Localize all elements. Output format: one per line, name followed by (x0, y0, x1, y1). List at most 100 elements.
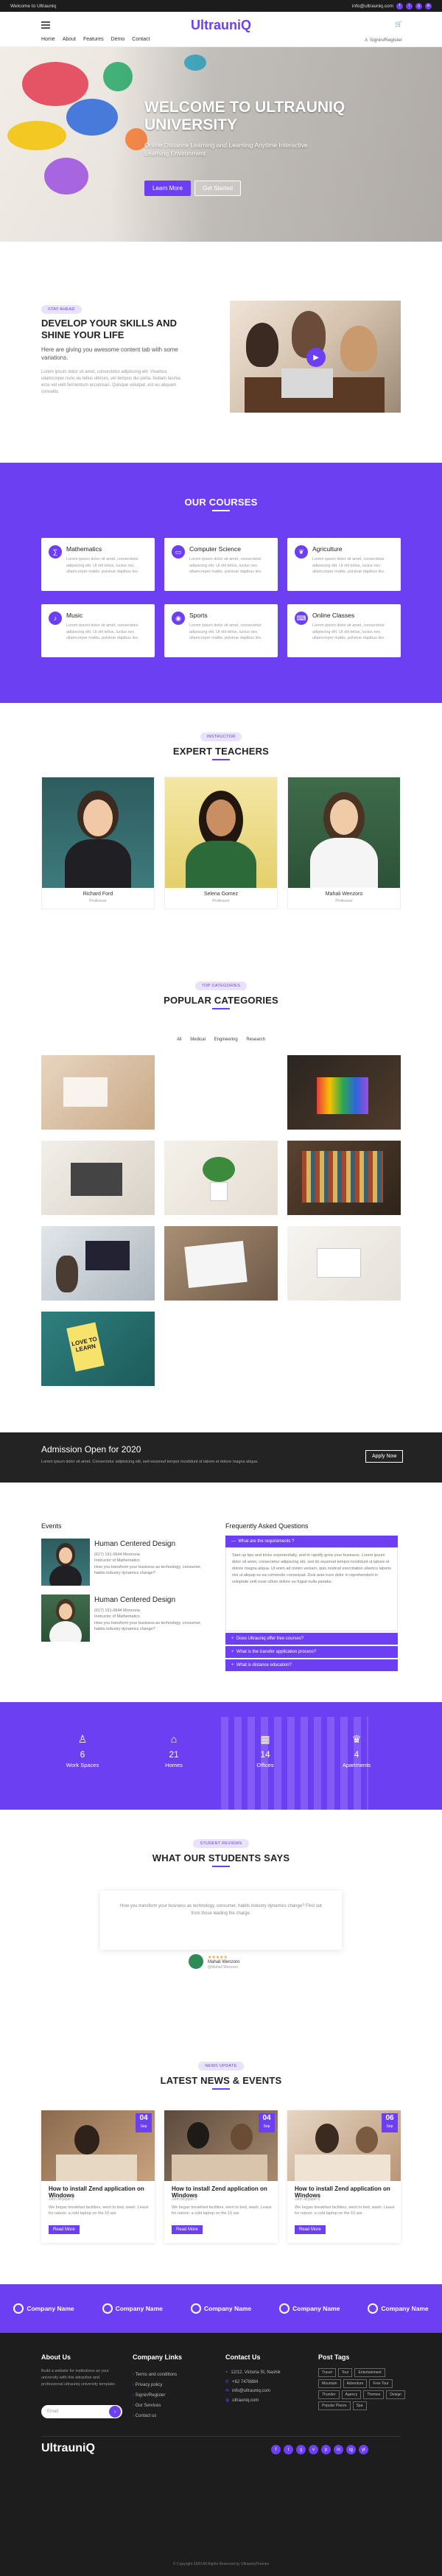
news-card[interactable]: 06 Sep How to install Zend application on… (287, 2110, 401, 2243)
news-card[interactable]: 04 Sep How to install Zend application on… (164, 2110, 278, 2243)
contact-phone[interactable]: +62 7478884 (232, 2380, 258, 2384)
partner-logo-icon (190, 2303, 201, 2314)
news-card[interactable]: 04 Sep How to install Zend application on… (41, 2110, 155, 2243)
course-card-agriculture[interactable]: ❦ Agriculture Lorem ipsum dolor sit amet… (287, 538, 401, 591)
tag[interactable]: Mountain (318, 2379, 341, 2388)
learn-more-button[interactable]: Learn More (144, 181, 191, 196)
category-image-laptop[interactable] (41, 1141, 155, 1215)
filter-research[interactable]: Research (246, 1037, 265, 1042)
welcome-text: Welcome to Ultrauniq (10, 3, 57, 9)
category-image-desk[interactable] (41, 1055, 155, 1130)
get-started-button[interactable]: Get Started (194, 181, 241, 196)
linkedin-icon[interactable]: in (425, 2, 432, 10)
course-card-online-classes[interactable]: ⌨ Online Classes Lorem ipsum dolor sit a… (287, 604, 401, 657)
twitter-icon[interactable]: t (284, 2445, 293, 2454)
partner-logo[interactable]: Company Name (279, 2303, 340, 2314)
faq-question[interactable]: + What is distance education? (225, 1659, 398, 1671)
news-meta: John Mcpiper 0 (49, 2197, 74, 2202)
filter-engineering[interactable]: Engineering (214, 1037, 238, 1042)
nav-item-contact[interactable]: Contact (132, 37, 150, 42)
tag[interactable]: Themes (363, 2390, 385, 2399)
facebook-icon[interactable]: f (271, 2445, 281, 2454)
read-more-button[interactable]: Read More (295, 2225, 326, 2234)
category-filters: All Medical Engineering Research (0, 1037, 442, 1042)
category-image-pencils[interactable] (287, 1055, 401, 1130)
pinterest-icon[interactable]: p (321, 2445, 331, 2454)
category-image-library[interactable] (287, 1141, 401, 1215)
nav-item-demo[interactable]: Demo (111, 37, 125, 42)
signin-register-link[interactable]: ♙ Signin/Register (364, 37, 402, 43)
vimeo-icon[interactable]: v (309, 2445, 318, 2454)
tag[interactable]: Free Tour (369, 2379, 393, 2388)
teacher-card[interactable]: Richard Ford Professor (41, 777, 155, 909)
tag[interactable]: Travel (318, 2368, 336, 2377)
category-image-computer[interactable] (41, 1226, 155, 1301)
nav-item-about[interactable]: About (63, 37, 76, 42)
tag[interactable]: Tour (337, 2368, 353, 2377)
course-card-computer-science[interactable]: ▭ Computer Science Lorem ipsum dolor sit… (164, 538, 278, 591)
cart-icon[interactable]: 🛒 (395, 21, 402, 27)
filter-medical[interactable]: Medical (190, 1037, 206, 1042)
faq-question[interactable]: + What is the transfer application proce… (225, 1646, 398, 1658)
footer-link-services[interactable]: Our Services (133, 2401, 177, 2411)
apply-now-button[interactable]: Apply Now (365, 1450, 404, 1463)
youtube-icon[interactable]: yt (359, 2445, 368, 2454)
facebook-icon[interactable]: f (396, 2, 403, 10)
course-card-music[interactable]: ♪ Music Lorem ipsum dolor sit amet, cons… (41, 604, 155, 657)
read-more-button[interactable]: Read More (172, 2225, 203, 2234)
news-meta: John Mcpiper 0 (172, 2197, 197, 2202)
event-item[interactable]: Human Centered Design (617) 191-0644 Mon… (41, 1539, 211, 1586)
skills-body: Lorem ipsum dolor sit amet, consectetur … (41, 370, 180, 394)
category-image-writing[interactable] (164, 1226, 278, 1301)
footer-link-signin[interactable]: Signin/Register (133, 2390, 177, 2401)
nav-item-home[interactable]: Home (41, 37, 55, 42)
tag[interactable]: Adventure (343, 2379, 368, 2388)
footer-link-contact[interactable]: Contact us (133, 2411, 177, 2421)
faq-question-open[interactable]: — What are the requirements ? (225, 1536, 398, 1547)
post-tags: Travel Tour Entertainment Mountain Adven… (318, 2368, 405, 2410)
nav-item-features[interactable]: Features (83, 37, 104, 42)
teacher-card[interactable]: Selena Gomez Professor (164, 777, 278, 909)
footer-link-privacy[interactable]: Privacy policy (133, 2380, 177, 2390)
partner-logo[interactable]: Company Name (102, 2303, 163, 2314)
partner-logo[interactable]: Company Name (190, 2303, 251, 2314)
category-image-stationery[interactable] (287, 1226, 401, 1301)
stat-number: 6 (80, 1749, 85, 1760)
footer-logo[interactable]: UltrauniQ (41, 2442, 95, 2455)
play-video-icon[interactable]: ▶ (306, 348, 326, 367)
tag[interactable]: Agency (341, 2390, 362, 2399)
twitter-icon[interactable]: t (406, 2, 413, 10)
news-excerpt: We began breakfast facilities, went to b… (49, 2205, 149, 2216)
teacher-card[interactable]: Mahali Wenzoro Professor (287, 777, 401, 909)
tag[interactable]: Popular Places (318, 2401, 351, 2410)
filter-all[interactable]: All (177, 1037, 182, 1042)
read-more-button[interactable]: Read More (49, 2225, 80, 2234)
faq-title: Frequently Asked Questions (225, 1522, 309, 1530)
stat-label: Homes (165, 1762, 183, 1768)
google-icon[interactable]: g (415, 2, 422, 10)
category-image-plant[interactable] (164, 1141, 278, 1215)
tag[interactable]: Spa (352, 2401, 367, 2410)
course-card-sports[interactable]: ◉ Sports Lorem ipsum dolor sit amet, con… (164, 604, 278, 657)
event-item[interactable]: Human Centered Design (617) 191-0644 Mon… (41, 1595, 211, 1642)
skills-title: DEVELOP YOUR SKILLS AND SHINE YOUR LIFE (41, 318, 177, 340)
tag[interactable]: Entertainment (354, 2368, 385, 2377)
tag[interactable]: Design (386, 2390, 405, 2399)
footer-divider (41, 2436, 401, 2437)
contact-website[interactable]: ultrauniq.com (232, 2398, 259, 2403)
course-desc: Lorem ipsum dolor sit amet, consectetur … (66, 623, 139, 641)
category-image-love-to-learn[interactable]: LOVE TO LEARN (41, 1312, 155, 1386)
contact-email[interactable]: info@ultrauniq.com (232, 2389, 270, 2393)
faq-question[interactable]: + Does Ultrauniq offer free courses? (225, 1633, 398, 1645)
site-logo[interactable]: UltrauniQ (0, 18, 442, 33)
tag[interactable]: Thunder (318, 2390, 340, 2399)
subscribe-arrow-icon[interactable]: › (109, 2406, 121, 2418)
partner-logo[interactable]: Company Name (13, 2303, 74, 2314)
instagram-icon[interactable]: ig (346, 2445, 356, 2454)
course-card-mathematics[interactable]: ∑ Mathematics Lorem ipsum dolor sit amet… (41, 538, 155, 591)
email-link[interactable]: info@ultrauniq.com (352, 4, 393, 9)
google-icon[interactable]: g (296, 2445, 306, 2454)
footer-link-terms[interactable]: Terms and conditions (133, 2370, 178, 2380)
partner-logo[interactable]: Company Name (368, 2303, 429, 2314)
linkedin-icon[interactable]: in (334, 2445, 343, 2454)
